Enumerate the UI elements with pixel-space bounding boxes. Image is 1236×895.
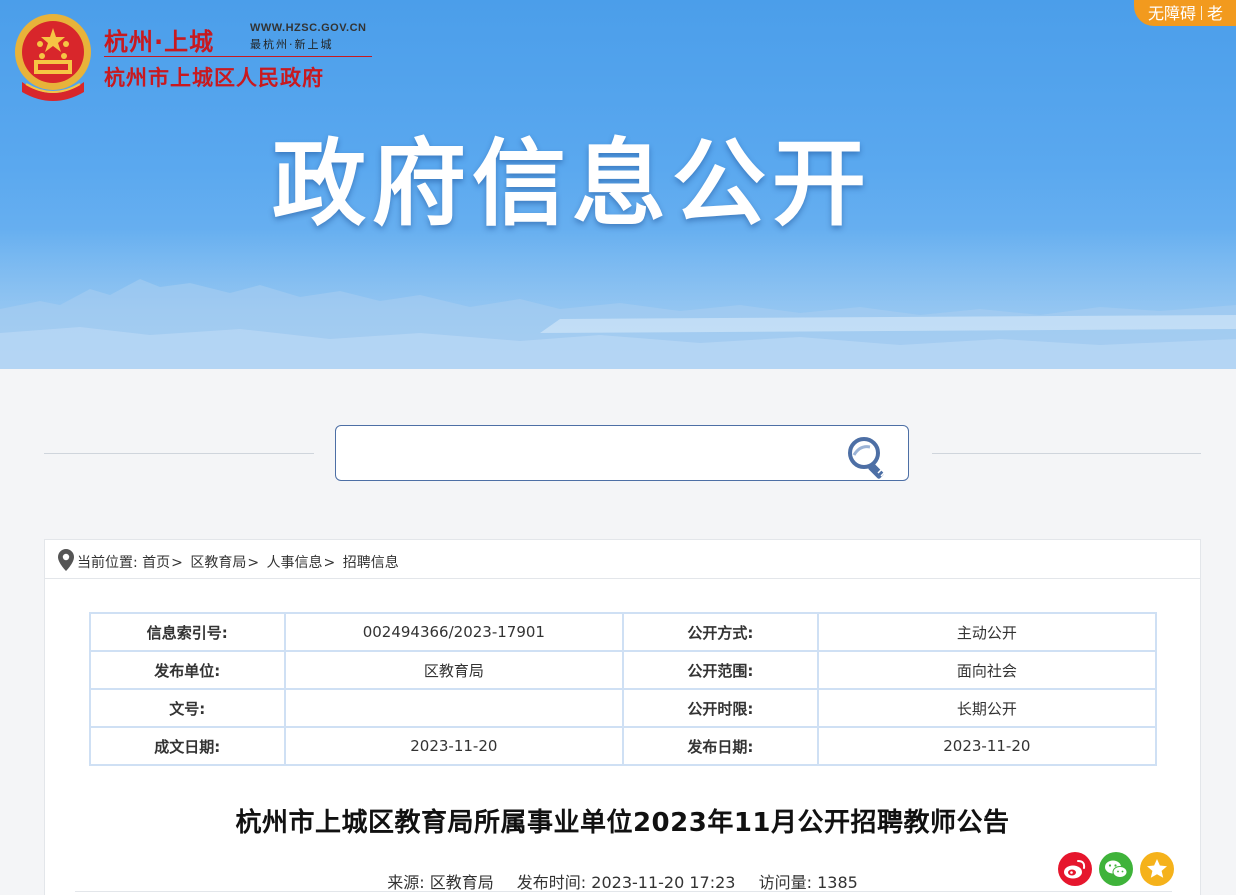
location-pin-icon (58, 549, 74, 571)
breadcrumb-separator: > (171, 555, 183, 571)
share-wechat-button[interactable] (1099, 852, 1133, 886)
disclosure-method-label: 公开方式: (622, 612, 819, 652)
article-meta: 来源: 区教育局 发布时间: 2023-11-20 17:23 访问量: 138… (45, 869, 1200, 893)
logo-divider (104, 56, 372, 57)
document-number-label: 文号: (89, 688, 286, 728)
index-number-label: 信息索引号: (89, 612, 286, 652)
written-date-label: 成文日期: (89, 726, 286, 766)
accessibility-toolbar: 无障碍老 (1134, 0, 1236, 26)
content-panel: 当前位置: 首页> 区教育局> 人事信息> 招聘信息 信息索引号: 002494… (44, 539, 1201, 895)
disclosure-period-label: 公开时限: (622, 688, 819, 728)
document-number-value (283, 688, 625, 728)
publish-date-value: 2023-11-20 (816, 726, 1158, 766)
publish-time-label: 发布时间: (516, 873, 587, 892)
breadcrumb-item-education-bureau[interactable]: 区教育局 (190, 555, 246, 571)
share-weibo-button[interactable] (1058, 852, 1092, 886)
wechat-icon (1105, 860, 1128, 878)
visits-label: 访问量: (758, 873, 812, 892)
weibo-icon (1064, 860, 1086, 879)
table-row: 发布单位: 区教育局 公开范围: 面向社会 (89, 650, 1158, 690)
add-favorite-button[interactable] (1140, 852, 1174, 886)
search-icon[interactable] (846, 435, 894, 479)
breadcrumb-separator: > (247, 555, 260, 571)
written-date-value: 2023-11-20 (283, 726, 625, 766)
disclosure-scope-label: 公开范围: (622, 650, 819, 690)
search-decor-line-left (44, 453, 314, 454)
favorite-star-icon (1147, 859, 1167, 878)
divider (75, 891, 1172, 892)
search-input[interactable] (346, 436, 836, 470)
logo-website-url: WWW.HZSC.GOV.CN (250, 22, 367, 34)
logo-title-hangzhou-shangcheng: 杭州·上城 (104, 28, 215, 56)
publisher-label: 发布单位: (89, 650, 286, 690)
national-emblem-icon (15, 14, 91, 101)
breadcrumb-item-recruitment-info[interactable]: 招聘信息 (343, 555, 399, 571)
logo-slogan: 最杭州·新上城 (250, 38, 334, 51)
publish-time-value: 2023-11-20 17:23 (591, 873, 736, 892)
logo-government-name: 杭州市上城区人民政府 (104, 66, 324, 90)
publish-date-label: 发布日期: (622, 726, 819, 766)
source-value: 区教育局 (429, 873, 494, 892)
elder-mode-button[interactable]: 老 (1207, 4, 1223, 23)
breadcrumb-prefix: 当前位置: (77, 555, 138, 571)
visits-value: 1385 (817, 873, 858, 892)
breadcrumb: 当前位置: 首页> 区教育局> 人事信息> 招聘信息 (45, 540, 1200, 579)
source-label: 来源: (387, 873, 425, 892)
search-bar (335, 425, 909, 481)
table-row: 文号: 公开时限: 长期公开 (89, 688, 1158, 728)
disclosure-period-value: 长期公开 (816, 688, 1158, 728)
article-title: 杭州市上城区教育局所属事业单位2023年11月公开招聘教师公告 (235, 808, 1010, 838)
info-metadata-table: 信息索引号: 002494366/2023-17901 公开方式: 主动公开 发… (89, 612, 1158, 766)
disclosure-scope-value: 面向社会 (816, 650, 1158, 690)
publisher-value: 区教育局 (283, 650, 625, 690)
table-row: 成文日期: 2023-11-20 发布日期: 2023-11-20 (89, 726, 1158, 766)
page-hero-title: 政府信息公开 (272, 130, 873, 239)
table-row: 信息索引号: 002494366/2023-17901 公开方式: 主动公开 (89, 612, 1158, 652)
disclosure-method-value: 主动公开 (816, 612, 1158, 652)
toolbar-divider (1201, 6, 1203, 20)
breadcrumb-item-home[interactable]: 首页 (142, 555, 170, 571)
breadcrumb-separator: > (323, 555, 336, 571)
index-number-value: 002494366/2023-17901 (283, 612, 625, 652)
breadcrumb-item-personnel-info[interactable]: 人事信息 (267, 555, 323, 571)
header-banner: 杭州·上城 WWW.HZSC.GOV.CN 最杭州·新上城 杭州市上城区人民政府… (0, 0, 1236, 369)
search-decor-line-right (932, 453, 1201, 454)
accessibility-button[interactable]: 无障碍 (1148, 4, 1196, 23)
city-skyline-background (0, 279, 1236, 369)
